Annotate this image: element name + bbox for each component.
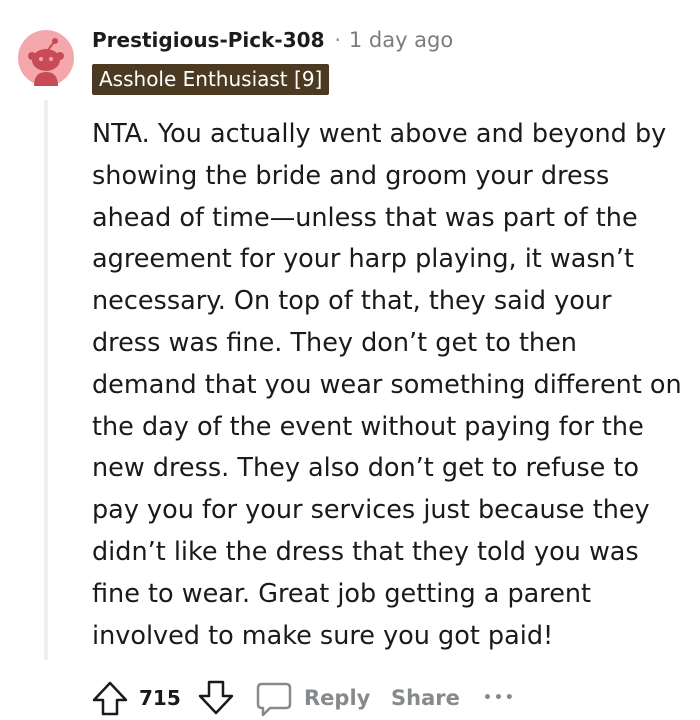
speech-bubble-icon xyxy=(256,682,292,717)
thread-line[interactable] xyxy=(44,100,48,660)
username-link[interactable]: Prestigious-Pick-308 xyxy=(92,28,324,52)
comment-text: NTA. You actually went above and beyond … xyxy=(92,119,682,651)
comment-actions: 715 Reply Share ••• xyxy=(90,676,690,720)
comment-header: Prestigious-Pick-308 · 1 day ago xyxy=(92,24,453,56)
share-button[interactable]: Share xyxy=(391,676,460,720)
more-options-button[interactable]: ••• xyxy=(483,676,516,720)
reply-label: Reply xyxy=(304,686,371,710)
user-flair: Asshole Enthusiast [9] xyxy=(92,64,330,95)
arrow-up-icon xyxy=(92,681,128,716)
downvote-button[interactable] xyxy=(196,676,236,720)
arrow-down-icon xyxy=(198,680,234,715)
timestamp[interactable]: 1 day ago xyxy=(349,28,453,52)
avatar[interactable] xyxy=(18,30,74,86)
vote-count: 715 xyxy=(139,686,181,710)
reply-button[interactable]: Reply xyxy=(254,676,370,720)
vote-score: 715 xyxy=(139,676,181,720)
more-options-icon: ••• xyxy=(483,690,516,706)
separator-dot: · xyxy=(334,28,341,52)
share-label: Share xyxy=(391,686,460,710)
upvote-button[interactable] xyxy=(90,676,130,720)
snoo-avatar-icon xyxy=(18,30,74,86)
comment-body: NTA. You actually went above and beyond … xyxy=(92,114,682,657)
